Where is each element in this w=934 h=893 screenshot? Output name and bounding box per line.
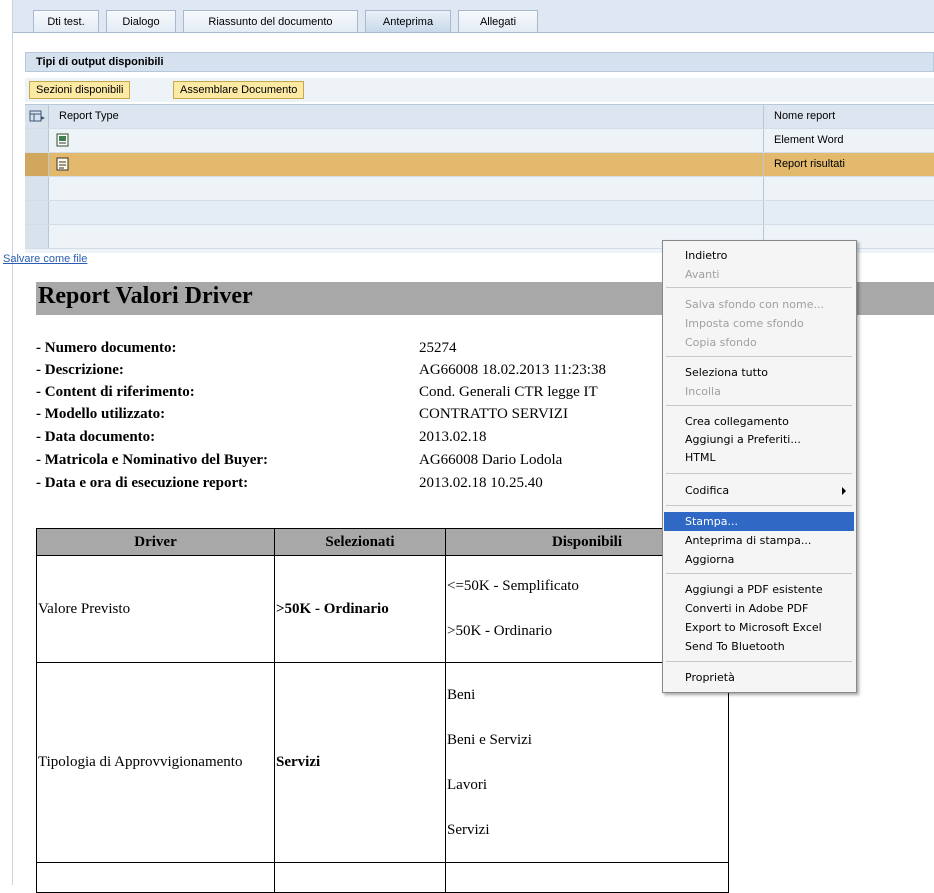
field-label: - Modello utilizzato: xyxy=(36,406,166,422)
tab-allegati[interactable]: Allegati xyxy=(458,10,538,32)
menu-item-stampa[interactable]: Stampa... xyxy=(664,512,854,531)
menu-item-html[interactable]: HTML xyxy=(664,448,854,467)
menu-item-anteprima-stampa[interactable]: Anteprima di stampa... xyxy=(664,531,854,550)
report-document-icon xyxy=(56,157,70,179)
grid-settings-icon[interactable] xyxy=(25,105,49,128)
field-label: - Matricola e Nominativo del Buyer: xyxy=(36,452,269,468)
submenu-arrow-icon xyxy=(842,487,846,495)
menu-item-salva-sfondo: Salva sfondo con nome... xyxy=(685,298,824,311)
word-document-icon xyxy=(56,133,70,155)
field-value: AG66008 18.02.2013 11:23:38 xyxy=(419,362,606,378)
field-value: 2013.02.18 xyxy=(419,429,487,445)
menu-item-avanti: Avanti xyxy=(685,268,720,281)
row-selector[interactable] xyxy=(25,153,49,176)
field-value: AG66008 Dario Lodola xyxy=(419,452,563,468)
context-menu: Indietro Avanti Salva sfondo con nome...… xyxy=(662,240,857,693)
field-value: 25274 xyxy=(419,340,457,356)
menu-separator xyxy=(666,473,852,474)
menu-item-proprieta[interactable]: Proprietà xyxy=(664,668,854,687)
menu-item-codifica[interactable]: Codifica xyxy=(664,481,854,500)
menu-item-send-bluetooth[interactable]: Send To Bluetooth xyxy=(664,637,854,656)
field-value: Cond. Generali CTR legge IT xyxy=(419,384,598,400)
field-label: - Numero documento: xyxy=(36,340,177,356)
menu-item-aggiungi-pdf[interactable]: Aggiungi a PDF esistente xyxy=(664,580,854,599)
driver-table-header: Driver Selezionati Disponibili xyxy=(36,528,729,556)
available-option: Beni e Servizi xyxy=(447,731,532,748)
driver-cell: Tipologia di Approvvigionamento xyxy=(36,662,275,863)
report-name: Element Word xyxy=(774,134,844,146)
driver-table: Driver Selezionati Disponibili Valore Pr… xyxy=(36,528,729,893)
grid-row-empty xyxy=(25,177,934,201)
table-row xyxy=(36,862,729,893)
menu-separator xyxy=(666,405,852,406)
field-label: - Data e ora di esecuzione report: xyxy=(36,475,249,491)
report-type-grid: Report Type Nome report Element Word Rep… xyxy=(25,104,934,253)
field-value: 2013.02.18 10.25.40 xyxy=(419,475,543,491)
driver-cell: Valore Previsto xyxy=(36,555,275,663)
menu-item-indietro[interactable]: Indietro xyxy=(664,246,854,265)
menu-item-crea-collegamento[interactable]: Crea collegamento xyxy=(664,412,854,431)
tab-anteprima[interactable]: Anteprima xyxy=(365,10,451,32)
menu-separator xyxy=(666,505,852,506)
panel-title: Tipi di output disponibili xyxy=(25,52,934,72)
menu-item-incolla: Incolla xyxy=(685,385,721,398)
field-label: - Content di riferimento: xyxy=(36,384,195,400)
menu-item-seleziona-tutto[interactable]: Seleziona tutto xyxy=(664,363,854,382)
report-name: Report risultati xyxy=(774,158,845,170)
menu-item-export-excel[interactable]: Export to Microsoft Excel xyxy=(664,618,854,637)
menu-separator xyxy=(666,287,852,288)
field-label: - Data documento: xyxy=(36,429,156,445)
column-header-selezionati: Selezionati xyxy=(274,528,446,556)
menu-separator xyxy=(666,661,852,662)
table-row: Tipologia di Approvvigionamento Servizi … xyxy=(36,662,729,863)
menu-item-imposta-sfondo: Imposta come sfondo xyxy=(685,317,804,330)
row-selector[interactable] xyxy=(25,129,49,152)
selected-cell: >50K - Ordinario xyxy=(274,555,446,663)
column-header-driver: Driver xyxy=(36,528,275,556)
grid-header-row: Report Type Nome report xyxy=(25,105,934,129)
menu-item-copia-sfondo: Copia sfondo xyxy=(685,336,757,349)
tab-bar: Dti test. Dialogo Riassunto del document… xyxy=(13,0,934,33)
tab-dialogo[interactable]: Dialogo xyxy=(106,10,176,32)
menu-separator xyxy=(666,356,852,357)
report-title: Report Valori Driver xyxy=(38,283,253,309)
available-option: Servizi xyxy=(447,821,490,838)
sezioni-disponibili-button[interactable]: Sezioni disponibili xyxy=(29,81,131,99)
table-row: Valore Previsto >50K - Ordinario <=50K -… xyxy=(36,555,729,663)
column-header-nome-report[interactable]: Nome report xyxy=(764,105,934,128)
assemblare-documento-button[interactable]: Assemblare Documento xyxy=(173,81,305,99)
tab-dti-test[interactable]: Dti test. xyxy=(33,10,99,32)
button-row: Sezioni disponibili Assemblare Documento xyxy=(25,78,934,102)
window-left-frame xyxy=(0,0,13,885)
menu-item-aggiorna[interactable]: Aggiorna xyxy=(664,550,854,569)
column-header-report-type[interactable]: Report Type xyxy=(49,105,764,128)
menu-item-converti-pdf[interactable]: Converti in Adobe PDF xyxy=(664,599,854,618)
grid-row-selected[interactable]: Report risultati xyxy=(25,153,934,177)
menu-item-aggiungi-preferiti[interactable]: Aggiungi a Preferiti... xyxy=(664,430,854,449)
field-label: - Descrizione: xyxy=(36,362,124,378)
menu-separator xyxy=(666,573,852,574)
grid-row-empty xyxy=(25,201,934,225)
tab-riassunto-documento[interactable]: Riassunto del documento xyxy=(183,10,358,32)
available-option: Lavori xyxy=(447,776,487,793)
field-value: CONTRATTO SERVIZI xyxy=(419,406,568,422)
salvare-come-file-link[interactable]: Salvare come file xyxy=(3,253,87,265)
grid-row[interactable]: Element Word xyxy=(25,129,934,153)
selected-cell: Servizi xyxy=(274,662,446,863)
menu-item-label: Codifica xyxy=(685,484,730,497)
